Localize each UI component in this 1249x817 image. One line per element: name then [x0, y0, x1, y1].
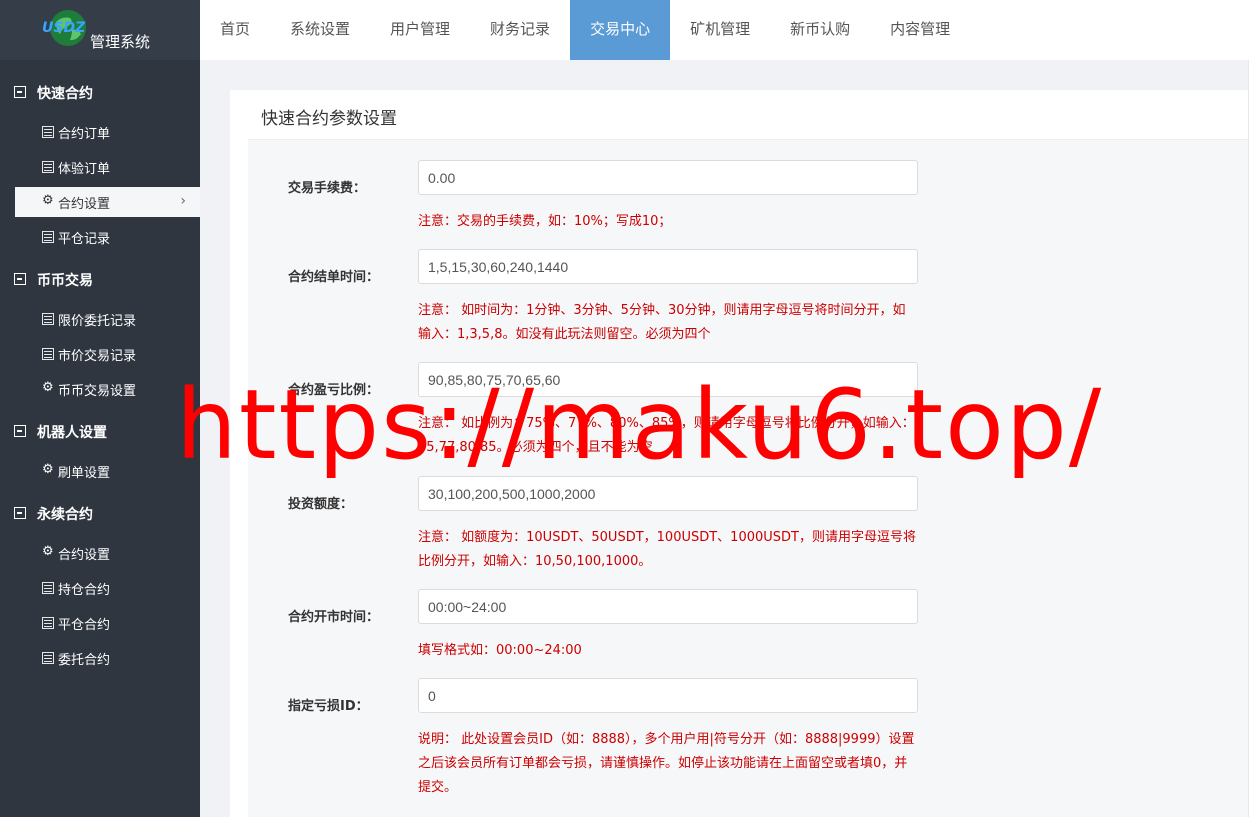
- sidebar-item-label: 持仓合约: [58, 583, 111, 598]
- doc-icon: [42, 652, 54, 664]
- sidebar-group-robot-settings[interactable]: 机器人设置: [0, 417, 200, 447]
- fee-label: 交易手续费：: [288, 181, 367, 196]
- sidebar-item-market-records[interactable]: 市价交易记录: [15, 339, 200, 369]
- sidebar-item-label: 市价交易记录: [58, 349, 137, 364]
- sidebar: 快速合约 合约订单 体验订单 ⚙ 合约设置 › 平仓记录 币币交易 限价委托记录…: [0, 60, 200, 817]
- sidebar-group-perpetual-contract[interactable]: 永续合约: [0, 499, 200, 529]
- profit-ratio-note: 注意： 如比例为：75%、77%、80%、85%，则请用字母逗号将比例分开，如输…: [418, 416, 915, 455]
- settings-panel: 快速合约参数设置 交易手续费： 注意：交易的手续费，如：10%；写成10； 合约…: [230, 90, 1249, 817]
- nav-system-settings[interactable]: 系统设置: [270, 0, 370, 60]
- sidebar-item-label: 合约订单: [58, 127, 111, 142]
- investment-amount-note: 注意： 如额度为：10USDT、50USDT，100USDT、1000USDT，…: [418, 530, 916, 569]
- sidebar-item-positions[interactable]: 持仓合约: [15, 573, 200, 603]
- sidebar-item-label: 委托合约: [58, 653, 111, 668]
- doc-icon: [42, 348, 54, 360]
- sidebar-item-label: 平仓合约: [58, 618, 111, 633]
- doc-icon: [42, 582, 54, 594]
- gear-icon: ⚙: [42, 544, 54, 559]
- gear-icon: ⚙: [42, 380, 54, 395]
- sidebar-item-coin-trading-settings[interactable]: ⚙ 币币交易设置: [15, 374, 200, 404]
- sidebar-item-trial-orders[interactable]: 体验订单: [15, 152, 200, 182]
- nav-new-coin-subscription[interactable]: 新币认购: [770, 0, 870, 60]
- brand-title: 管理系统: [90, 33, 151, 51]
- sidebar-group-coin-trading[interactable]: 币币交易: [0, 265, 200, 295]
- gear-icon: ⚙: [42, 462, 54, 477]
- sidebar-item-label: 合约设置: [58, 197, 111, 212]
- sidebar-group-label: 机器人设置: [37, 425, 107, 441]
- sidebar-item-perpetual-settings[interactable]: ⚙ 合约设置: [15, 538, 200, 568]
- sidebar-item-close-records[interactable]: 平仓记录: [15, 222, 200, 252]
- sidebar-item-closed-contracts[interactable]: 平仓合约: [15, 608, 200, 638]
- top-header: USDZ 管理系统 首页 系统设置 用户管理 财务记录 交易中心 矿机管理 新币…: [0, 0, 1249, 60]
- sidebar-item-contract-settings[interactable]: ⚙ 合约设置 ›: [15, 187, 200, 217]
- sidebar-item-label: 体验订单: [58, 162, 111, 177]
- sidebar-item-contract-orders[interactable]: 合约订单: [15, 117, 200, 147]
- nav-miner-management[interactable]: 矿机管理: [670, 0, 770, 60]
- doc-icon: [42, 231, 54, 243]
- loss-id-label: 指定亏损ID：: [288, 699, 369, 714]
- loss-id-note: 说明： 此处设置会员ID（如：8888），多个用户用|符号分开（如：8888|9…: [418, 732, 915, 795]
- sidebar-item-label: 币币交易设置: [58, 384, 137, 399]
- sidebar-item-label: 合约设置: [58, 548, 111, 563]
- settlement-time-note: 注意： 如时间为：1分钟、3分钟、5分钟、30分钟，则请用字母逗号将时间分开，如…: [418, 303, 906, 342]
- sidebar-item-label: 限价委托记录: [58, 314, 137, 329]
- sidebar-item-limit-orders[interactable]: 限价委托记录: [15, 304, 200, 334]
- investment-amount-label: 投资额度：: [288, 497, 354, 512]
- doc-icon: [42, 161, 54, 173]
- sidebar-group-label: 快速合约: [37, 86, 93, 102]
- page-title: 快速合约参数设置: [261, 109, 397, 129]
- doc-icon: [42, 617, 54, 629]
- logo[interactable]: USDZ 管理系统: [0, 0, 200, 60]
- nav-trading-center[interactable]: 交易中心: [570, 0, 671, 60]
- fee-input[interactable]: [418, 160, 918, 195]
- nav-content-management[interactable]: 内容管理: [870, 0, 970, 60]
- market-hours-note: 填写格式如：00:00~24:00: [418, 643, 582, 658]
- investment-amount-input[interactable]: [418, 476, 918, 511]
- loss-id-input[interactable]: [418, 678, 918, 713]
- fee-note: 注意：交易的手续费，如：10%；写成10；: [418, 214, 672, 229]
- collapse-icon: [14, 86, 26, 98]
- sidebar-item-entrusted-contracts[interactable]: 委托合约: [15, 643, 200, 673]
- nav-finance-records[interactable]: 财务记录: [470, 0, 570, 60]
- doc-icon: [42, 313, 54, 325]
- collapse-icon: [14, 425, 26, 437]
- sidebar-group-label: 永续合约: [37, 507, 93, 523]
- profit-ratio-label: 合约盈亏比例：: [288, 383, 380, 398]
- profit-ratio-input[interactable]: [418, 362, 918, 397]
- settlement-time-input[interactable]: [418, 249, 918, 284]
- sidebar-group-label: 币币交易: [37, 273, 93, 289]
- settings-form: 交易手续费： 注意：交易的手续费，如：10%；写成10； 合约结单时间： 注意：…: [248, 140, 1249, 817]
- top-nav: 首页 系统设置 用户管理 财务记录 交易中心 矿机管理 新币认购 内容管理: [200, 0, 970, 60]
- sidebar-group-quick-contract[interactable]: 快速合约: [0, 78, 200, 108]
- sidebar-item-label: 刷单设置: [58, 466, 111, 481]
- gear-icon: ⚙: [42, 193, 54, 208]
- nav-user-management[interactable]: 用户管理: [370, 0, 470, 60]
- collapse-icon: [14, 507, 26, 519]
- nav-home[interactable]: 首页: [200, 0, 270, 60]
- market-hours-label: 合约开市时间：: [288, 610, 380, 625]
- doc-icon: [42, 126, 54, 138]
- chevron-right-icon: ›: [180, 193, 186, 209]
- sidebar-item-brush-settings[interactable]: ⚙ 刷单设置: [15, 456, 200, 486]
- sidebar-item-label: 平仓记录: [58, 232, 111, 247]
- brand-mark: USDZ: [42, 20, 86, 36]
- collapse-icon: [14, 273, 26, 285]
- settlement-time-label: 合约结单时间：: [288, 270, 380, 285]
- market-hours-input[interactable]: [418, 589, 918, 624]
